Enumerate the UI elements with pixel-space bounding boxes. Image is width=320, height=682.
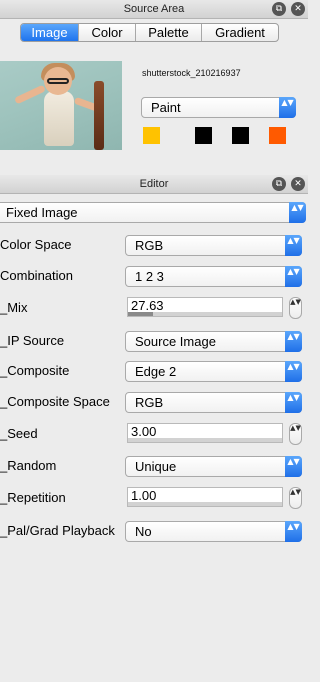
- source-area-titlebar: Source Area ⧉ ✕: [0, 0, 308, 19]
- mix-label: _Mix: [0, 300, 28, 315]
- updown-arrows-icon: ▲▼: [285, 521, 302, 542]
- color-swatch-1[interactable]: [143, 127, 160, 144]
- combination-value: 1 2 3: [135, 269, 164, 284]
- updown-arrows-icon: ▲▼: [279, 97, 296, 118]
- editor-title: Editor: [139, 178, 169, 190]
- updown-arrows-icon: ▲▼: [289, 202, 306, 223]
- repetition-field[interactable]: 1.00: [127, 487, 283, 507]
- source-image-thumbnail[interactable]: [0, 61, 122, 150]
- seed-stepper[interactable]: ▲▼: [289, 423, 302, 445]
- random-select[interactable]: Unique ▲▼: [125, 456, 302, 477]
- repetition-value: 1.00: [131, 488, 157, 503]
- combination-select[interactable]: 1 2 3 ▲▼: [125, 266, 302, 287]
- close-icon[interactable]: ✕: [291, 2, 305, 16]
- composite-select[interactable]: Edge 2 ▲▼: [125, 361, 302, 382]
- ip-source-select[interactable]: Source Image ▲▼: [125, 331, 302, 352]
- seed-level-track: [128, 438, 282, 442]
- image-filename: shutterstock_210216937: [142, 68, 241, 78]
- detach-icon[interactable]: ⧉: [272, 177, 286, 191]
- tab-image[interactable]: Image: [21, 24, 79, 41]
- mode-select-value: Fixed Image: [6, 205, 78, 220]
- random-value: Unique: [135, 459, 177, 474]
- paint-select-value: Paint: [151, 100, 181, 115]
- repetition-level-track: [128, 502, 282, 506]
- mix-field[interactable]: 27.63: [127, 297, 283, 317]
- pal-grad-playback-value: No: [135, 524, 152, 539]
- composite-space-label: _Composite Space: [0, 394, 110, 409]
- ip-source-value: Source Image: [135, 334, 216, 349]
- pal-grad-playback-label: _Pal/Grad Playback: [0, 523, 115, 538]
- pal-grad-playback-select[interactable]: No ▲▼: [125, 521, 302, 542]
- mix-level-fill: [128, 312, 153, 316]
- color-swatch-4[interactable]: [269, 127, 286, 144]
- updown-arrows-icon: ▲▼: [285, 392, 302, 413]
- tab-palette[interactable]: Palette: [136, 24, 202, 41]
- composite-label: _Composite: [0, 363, 70, 378]
- seed-value: 3.00: [131, 424, 157, 439]
- composite-space-select[interactable]: RGB ▲▼: [125, 392, 302, 413]
- editor-titlebar: Editor ⧉ ✕: [0, 175, 308, 194]
- seed-label: _Seed: [0, 426, 38, 441]
- color-space-label: Color Space: [0, 237, 72, 252]
- updown-arrows-icon: ▲▼: [285, 331, 302, 352]
- random-label: _Random: [0, 458, 57, 473]
- color-swatch-2[interactable]: [195, 127, 212, 144]
- tab-gradient[interactable]: Gradient: [202, 24, 278, 41]
- composite-value: Edge 2: [135, 364, 177, 379]
- color-space-value: RGB: [135, 238, 164, 253]
- repetition-stepper[interactable]: ▲▼: [289, 487, 302, 509]
- color-space-select[interactable]: RGB ▲▼: [125, 235, 302, 256]
- updown-arrows-icon: ▲▼: [285, 361, 302, 382]
- paint-select[interactable]: Paint ▲▼: [141, 97, 296, 118]
- tab-color[interactable]: Color: [79, 24, 136, 41]
- detach-icon[interactable]: ⧉: [272, 2, 286, 16]
- mode-select[interactable]: Fixed Image ▲▼: [0, 202, 306, 223]
- ip-source-label: _IP Source: [0, 333, 65, 348]
- mix-stepper[interactable]: ▲▼: [289, 297, 302, 319]
- seed-field[interactable]: 3.00: [127, 423, 283, 443]
- source-tabs: Image Color Palette Gradient: [20, 23, 279, 42]
- close-icon[interactable]: ✕: [291, 177, 305, 191]
- updown-arrows-icon: ▲▼: [285, 266, 302, 287]
- color-swatch-3[interactable]: [232, 127, 249, 144]
- repetition-label: _Repetition: [0, 490, 66, 505]
- updown-arrows-icon: ▲▼: [285, 235, 302, 256]
- source-area-title: Source Area: [123, 3, 185, 15]
- updown-arrows-icon: ▲▼: [285, 456, 302, 477]
- mix-value: 27.63: [131, 298, 164, 313]
- composite-space-value: RGB: [135, 395, 164, 410]
- combination-label: Combination: [0, 268, 73, 283]
